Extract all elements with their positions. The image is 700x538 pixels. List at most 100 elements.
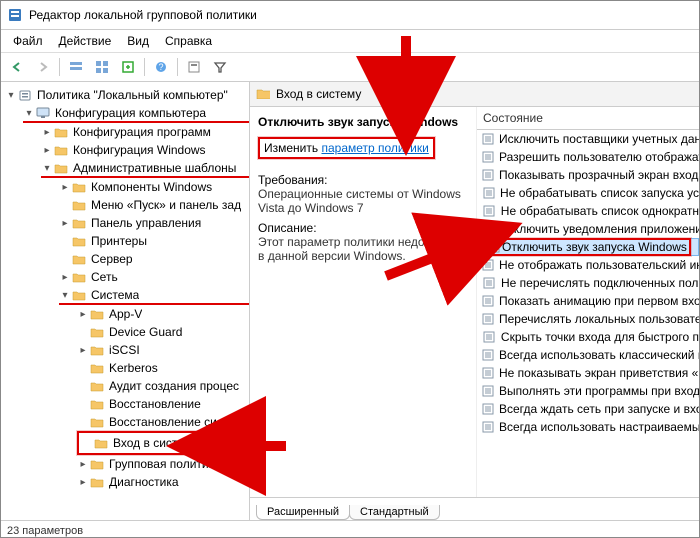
svg-text:?: ? <box>158 62 163 72</box>
nav-tree[interactable]: ▾ Политика "Локальный компьютер" ▾ Конфи… <box>1 82 250 520</box>
tree-diagnostics[interactable]: ▸Диагностика <box>77 473 249 491</box>
policy-item-label: Выполнять эти программы при вход <box>499 384 699 398</box>
policy-item[interactable]: Показать анимацию при первом вхо <box>477 292 699 310</box>
details-pane: Вход в систему Отключить звук запуска Wi… <box>250 82 699 520</box>
folder-icon <box>53 143 69 157</box>
policy-setting-icon <box>481 168 495 182</box>
policy-item-label: Отключить звук запуска Windows <box>502 240 687 254</box>
tree-kerberos[interactable]: Kerberos <box>77 359 249 377</box>
toolbar-export-icon[interactable] <box>116 55 140 79</box>
details-header: Вход в систему <box>250 82 699 107</box>
policy-setting-icon <box>486 240 502 254</box>
tree-appv[interactable]: ▸App-V <box>77 305 249 323</box>
policy-item[interactable]: Перечислять локальных пользовате <box>477 310 699 328</box>
folder-icon <box>89 361 105 375</box>
folder-icon <box>89 457 105 471</box>
policy-item-label: Показать анимацию при первом вхо <box>499 294 699 308</box>
tab-extended[interactable]: Расширенный <box>256 505 350 520</box>
policy-item-label: Разрешить пользователю отображат <box>499 150 699 164</box>
tree-control-panel[interactable]: ▸Панель управления <box>59 214 249 232</box>
tree-printers[interactable]: Принтеры <box>59 232 249 250</box>
tree-recovery[interactable]: Восстановление <box>77 395 249 413</box>
toolbar-filter-icon[interactable] <box>208 55 232 79</box>
details-header-title: Вход в систему <box>276 87 361 101</box>
folder-icon <box>53 125 69 139</box>
folder-icon <box>89 307 105 321</box>
policy-item-label: Всегда использовать классический в <box>499 348 699 362</box>
tree-start-menu[interactable]: Меню «Пуск» и панель зад <box>59 196 249 214</box>
policy-item-label: Показывать прозрачный экран входа <box>499 168 699 182</box>
toolbar-list-icon[interactable] <box>90 55 114 79</box>
nav-forward-button[interactable] <box>31 55 55 79</box>
tree-logon[interactable]: Вход в систему <box>81 434 200 452</box>
requirements-label: Требования: <box>258 173 468 187</box>
policy-setting-icon <box>481 294 495 308</box>
policy-item[interactable]: Не показывать экран приветствия «П <box>477 364 699 382</box>
policy-item[interactable]: Разрешить пользователю отображат <box>477 148 699 166</box>
policy-item[interactable]: Исключить поставщики учетных дан <box>477 130 699 148</box>
edit-prefix: Изменить <box>264 141 321 155</box>
column-header-state[interactable]: Состояние <box>477 107 699 130</box>
folder-icon <box>71 234 87 248</box>
edit-policy-link[interactable]: параметр политики <box>321 141 428 155</box>
toolbar-help-icon[interactable]: ? <box>149 55 173 79</box>
policy-item[interactable]: Отключить уведомления приложени <box>477 220 699 238</box>
tree-device-guard[interactable]: Device Guard <box>77 323 249 341</box>
folder-icon <box>89 415 105 429</box>
computer-icon <box>35 106 51 120</box>
tree-root[interactable]: ▾ Политика "Локальный компьютер" <box>5 86 249 104</box>
policy-item[interactable]: Всегда ждать сеть при запуске и вхо <box>477 400 699 418</box>
toolbar-detail-icon[interactable] <box>64 55 88 79</box>
tree-software-settings[interactable]: ▸Конфигурация программ <box>41 123 249 141</box>
menu-help[interactable]: Справка <box>157 32 220 50</box>
policy-item[interactable]: Показывать прозрачный экран входа <box>477 166 699 184</box>
policy-setting-icon <box>481 402 495 416</box>
tree-recovery-system[interactable]: Восстановление систем <box>77 413 249 431</box>
policy-setting-icon <box>481 186 496 200</box>
tree-windows-components[interactable]: ▸Компоненты Windows <box>59 178 249 196</box>
policy-item-label: Отключить уведомления приложени <box>499 222 699 236</box>
toolbar: ? <box>1 53 699 82</box>
policy-setting-icon <box>481 366 495 380</box>
policy-setting-icon <box>481 348 495 362</box>
policy-setting-icon <box>481 150 495 164</box>
app-icon <box>7 7 23 23</box>
policy-item[interactable]: Всегда использовать классический в <box>477 346 699 364</box>
policy-root-icon <box>17 88 33 102</box>
policy-item[interactable]: Не перечислять подключенных пол <box>477 274 699 292</box>
policy-item-label: Скрыть точки входа для быстрого п <box>501 330 699 344</box>
policy-setting-icon <box>481 312 495 326</box>
tree-computer-config[interactable]: ▾ Конфигурация компьютера <box>23 104 249 122</box>
policy-item[interactable]: Не обрабатывать список однократн <box>477 202 699 220</box>
policy-item[interactable]: Не обрабатывать список запуска ус <box>477 184 699 202</box>
tree-iscsi[interactable]: ▸iSCSI <box>77 341 249 359</box>
policy-item[interactable]: Всегда использовать настраиваемый <box>477 418 699 436</box>
policy-item[interactable]: Отключить звук запуска Windows <box>477 238 699 256</box>
policy-item[interactable]: Не отображать пользовательский ин <box>477 256 699 274</box>
folder-icon <box>89 379 105 393</box>
tree-system[interactable]: ▾Система <box>59 286 249 304</box>
status-text: 23 параметров <box>7 525 83 537</box>
policy-list[interactable]: Исключить поставщики учетных дан Разрешит… <box>477 130 699 436</box>
menu-action[interactable]: Действие <box>51 32 120 50</box>
menu-view[interactable]: Вид <box>119 32 157 50</box>
folder-icon <box>89 397 105 411</box>
policy-setting-icon <box>481 132 495 146</box>
policy-setting-icon <box>481 330 497 344</box>
toolbar-properties-icon[interactable] <box>182 55 206 79</box>
tree-server[interactable]: Сервер <box>59 250 249 268</box>
folder-icon <box>71 180 87 194</box>
tree-network[interactable]: ▸Сеть <box>59 268 249 286</box>
menu-file[interactable]: Файл <box>5 32 51 50</box>
tree-audit[interactable]: Аудит создания процес <box>77 377 249 395</box>
tab-standard[interactable]: Стандартный <box>349 505 440 520</box>
tree-admin-templates[interactable]: ▾Административные шаблоны <box>41 159 249 177</box>
policy-item[interactable]: Выполнять эти программы при вход <box>477 382 699 400</box>
policy-item[interactable]: Скрыть точки входа для быстрого п <box>477 328 699 346</box>
tree-group-policy[interactable]: ▸Групповая политика <box>77 455 249 473</box>
policy-item-label: Не обрабатывать список запуска ус <box>500 186 699 200</box>
nav-back-button[interactable] <box>5 55 29 79</box>
tree-windows-settings[interactable]: ▸Конфигурация Windows <box>41 141 249 159</box>
policy-setting-icon <box>481 222 495 236</box>
menubar: Файл Действие Вид Справка <box>1 30 699 53</box>
